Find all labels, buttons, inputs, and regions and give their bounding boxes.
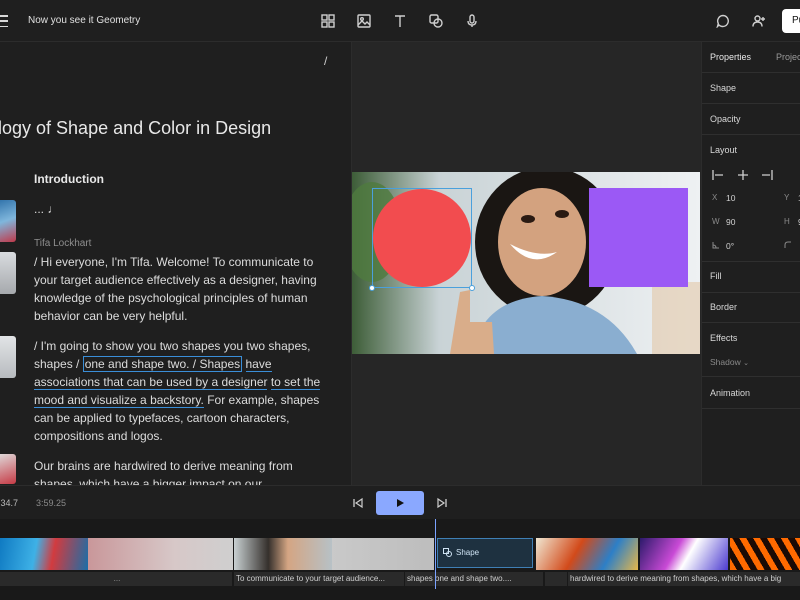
video-preview[interactable] <box>352 172 700 354</box>
tab-properties[interactable]: Properties <box>710 52 751 62</box>
text-icon[interactable] <box>391 12 409 30</box>
selection-box[interactable] <box>369 188 475 291</box>
image-icon[interactable] <box>355 12 373 30</box>
transcript-paragraph[interactable]: / Hi everyone, I'm Tifa. Welcome! To com… <box>34 253 326 325</box>
shapes-icon <box>443 548 452 557</box>
properties-panel: Properties Projec Shape Opacity Layout X… <box>701 42 800 485</box>
divider <box>702 103 800 104</box>
resize-handle[interactable] <box>369 285 375 291</box>
play-icon <box>397 499 404 507</box>
caption-track-item[interactable]: hardwired to derive meaning from shapes,… <box>568 572 800 586</box>
video-clip[interactable] <box>0 538 88 570</box>
caption-track-item[interactable]: shapes one and shape two.... <box>405 572 543 586</box>
h-label: H <box>784 217 790 226</box>
align-center-icon[interactable] <box>737 170 749 180</box>
document-title[interactable]: Now you see it Geometry <box>28 15 140 26</box>
add-user-icon[interactable] <box>750 12 768 30</box>
shape-clip[interactable]: Shape <box>437 538 533 568</box>
rotation-icon <box>712 242 719 249</box>
divider <box>702 134 800 135</box>
transcript-paragraph[interactable]: / I'm going to show you two shapes you t… <box>34 337 326 445</box>
divider <box>702 261 800 262</box>
x-label: X <box>712 193 718 202</box>
video-clip[interactable] <box>234 538 332 570</box>
scene-thumbnail[interactable] <box>0 252 16 294</box>
layout-section[interactable]: Layout <box>710 145 737 155</box>
music-cue[interactable]: ... ♩ <box>34 200 326 218</box>
video-clip[interactable] <box>536 538 638 570</box>
shape-clip-label: Shape <box>456 548 480 557</box>
skip-back-icon[interactable] <box>352 497 364 509</box>
w-label: W <box>712 217 720 226</box>
speaker-label[interactable]: Tifa Lockhart <box>34 238 91 249</box>
scene-thumbnail[interactable] <box>0 200 16 242</box>
scene-thumbnail[interactable] <box>0 454 16 484</box>
divider <box>702 72 800 73</box>
publish-button[interactable]: Pu <box>782 9 800 33</box>
tab-project[interactable]: Projec <box>776 52 800 62</box>
caption-track-item[interactable] <box>545 572 567 586</box>
fill-section[interactable]: Fill <box>710 271 722 281</box>
play-button[interactable] <box>376 491 424 515</box>
total-duration: 3:59.25 <box>36 498 67 508</box>
caption-track-item[interactable]: ... <box>0 572 232 586</box>
playhead[interactable] <box>435 519 436 589</box>
scene-divider-mark: / <box>324 54 328 68</box>
width-input[interactable]: 90 <box>726 217 735 227</box>
transcript-paragraph[interactable]: Our brains are hardwired to derive meani… <box>34 457 326 485</box>
resize-handle[interactable] <box>469 285 475 291</box>
canvas-area <box>352 42 701 485</box>
hamburger-menu-icon[interactable] <box>0 15 8 27</box>
y-label: Y <box>784 193 790 202</box>
document-heading[interactable]: ology of Shape and Color in Design <box>0 118 271 139</box>
transcript-panel: / ology of Shape and Color in Design Int… <box>0 42 352 485</box>
timeline: Shape ... To communicate to your target … <box>0 519 800 600</box>
border-section[interactable]: Border <box>710 302 737 312</box>
divider <box>702 408 800 409</box>
layout-grid-icon[interactable] <box>319 12 337 30</box>
skip-forward-icon[interactable] <box>436 497 448 509</box>
square-shape[interactable] <box>589 188 688 287</box>
video-clip[interactable] <box>332 538 434 570</box>
video-clip[interactable] <box>88 538 233 570</box>
shapes-icon[interactable] <box>427 12 445 30</box>
divider <box>702 376 800 377</box>
align-right-icon[interactable] <box>761 170 773 180</box>
video-clip[interactable] <box>640 538 728 570</box>
video-clip[interactable] <box>730 538 800 570</box>
shadow-label: Shadow <box>710 357 741 367</box>
divider <box>702 292 800 293</box>
transport-bar: :34.7 3:59.25 <box>0 485 800 519</box>
current-time: :34.7 <box>0 498 19 508</box>
x-input[interactable]: 10 <box>726 193 735 203</box>
opacity-section[interactable]: Opacity <box>710 114 741 124</box>
top-bar: Now you see it Geometry Pu <box>0 0 800 42</box>
scene-thumbnail[interactable] <box>0 336 16 378</box>
comment-icon[interactable] <box>714 12 732 30</box>
animation-section[interactable]: Animation <box>710 388 750 398</box>
caption-track-item[interactable]: To communicate to your target audience..… <box>234 572 404 586</box>
selected-text[interactable]: one and shape two. / Shapes <box>82 356 243 372</box>
shape-section[interactable]: Shape <box>710 83 736 93</box>
section-heading[interactable]: Introduction <box>34 172 104 186</box>
align-left-icon[interactable] <box>712 170 724 180</box>
chevron-down-icon: ⌄ <box>743 360 749 367</box>
rotation-input[interactable]: 0° <box>726 241 734 251</box>
effects-section[interactable]: Effects <box>710 333 737 343</box>
microphone-icon[interactable] <box>463 12 481 30</box>
shadow-dropdown[interactable]: Shadow ⌄ <box>710 357 749 367</box>
corner-radius-icon <box>784 241 791 248</box>
app-window: Now you see it Geometry Pu / ology of Sh… <box>0 0 800 600</box>
divider <box>702 322 800 323</box>
